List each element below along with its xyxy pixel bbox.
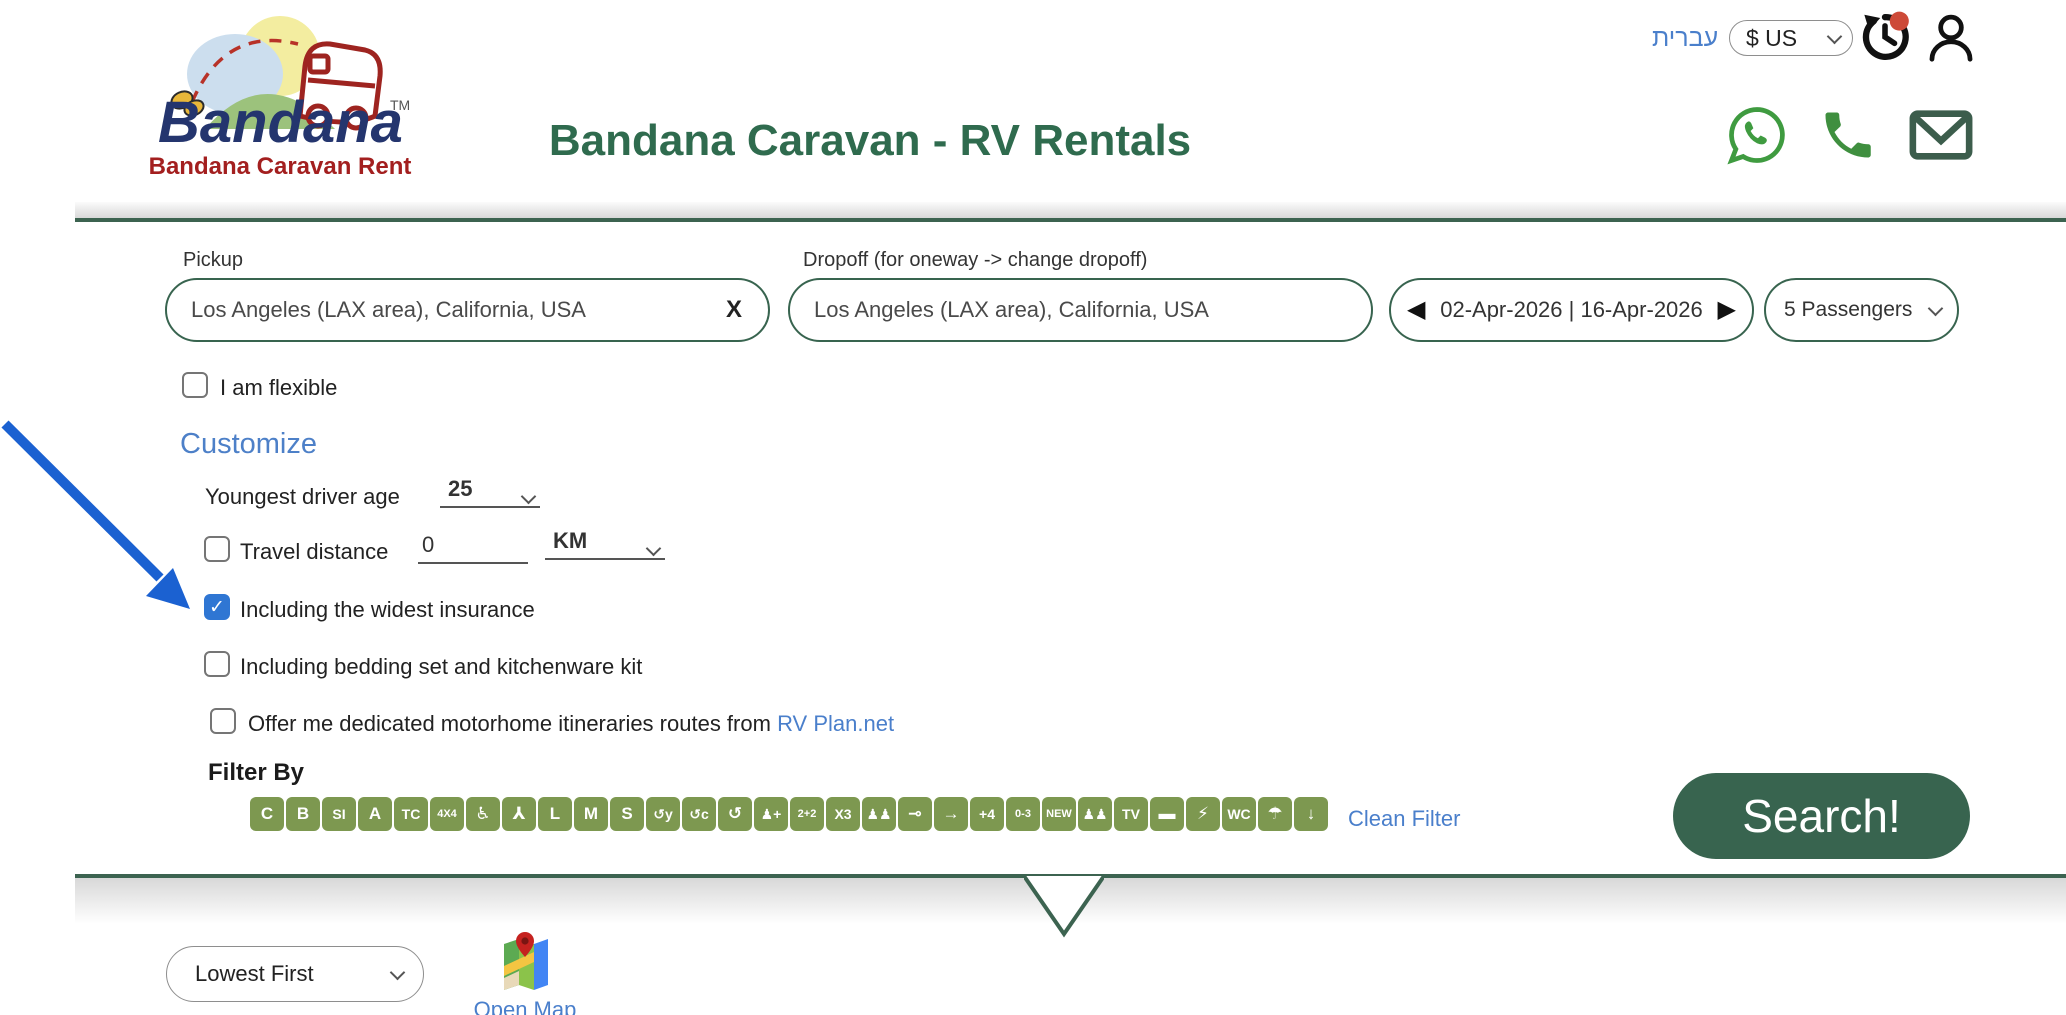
travel-distance-input[interactable]: 0 bbox=[418, 532, 528, 564]
divider-notch bbox=[1024, 874, 1104, 940]
driver-age-select[interactable]: 25 bbox=[440, 476, 540, 508]
child-seat-0-3-icon[interactable]: 0-3 bbox=[1006, 797, 1040, 831]
van-size-small-icon[interactable]: S bbox=[610, 797, 644, 831]
next-dates-icon[interactable]: ▶ bbox=[1718, 298, 1736, 322]
currency-value: $ US bbox=[1746, 25, 1797, 52]
passengers-value: 5 Passengers bbox=[1784, 298, 1912, 322]
chevron-down-icon bbox=[390, 964, 406, 980]
phone-icon[interactable] bbox=[1818, 105, 1878, 170]
tow-hitch-icon[interactable]: ⊸ bbox=[898, 797, 932, 831]
automatic-transmission-icon[interactable]: ⅄ bbox=[502, 797, 536, 831]
insurance-checkbox[interactable]: ✓ bbox=[204, 594, 230, 620]
itineraries-label: Offer me dedicated motorhome itineraries… bbox=[248, 711, 894, 737]
truck-camper-icon[interactable]: TC bbox=[394, 797, 428, 831]
driver-age-label: Youngest driver age bbox=[205, 484, 400, 510]
van-size-medium-icon[interactable]: M bbox=[574, 797, 608, 831]
extra-driver-icon[interactable]: ♟+ bbox=[754, 797, 788, 831]
svg-text:Bandana: Bandana bbox=[158, 90, 403, 154]
logo-subtitle: Bandana Caravan Rent bbox=[140, 153, 420, 181]
logo[interactable]: Bandana TM Bandana Caravan Rent bbox=[140, 4, 420, 181]
dropoff-field[interactable] bbox=[788, 278, 1373, 342]
distance-unit-select[interactable]: KM bbox=[545, 528, 665, 560]
chevron-down-icon bbox=[646, 541, 662, 557]
seats-2plus2-icon[interactable]: 2+2 bbox=[790, 797, 824, 831]
van-size-large-icon[interactable]: L bbox=[538, 797, 572, 831]
date-range-picker[interactable]: ◀ 02-Apr-2026 | 16-Apr-2026 ▶ bbox=[1389, 278, 1754, 342]
family-plus-icon[interactable]: ♟♟ bbox=[862, 797, 896, 831]
prev-dates-icon[interactable]: ◀ bbox=[1407, 298, 1425, 322]
bedding-label: Including bedding set and kitchenware ki… bbox=[240, 654, 642, 680]
wheelchair-accessible-icon[interactable]: ♿ bbox=[466, 797, 500, 831]
rotate-c-icon[interactable]: ↺c bbox=[682, 797, 716, 831]
check-icon: ✓ bbox=[209, 596, 225, 619]
shower-icon[interactable]: ☂ bbox=[1258, 797, 1292, 831]
rv-class-a-icon[interactable]: A bbox=[358, 797, 392, 831]
pickup-label: Pickup bbox=[183, 249, 243, 272]
power-icon[interactable]: ⚡ bbox=[1186, 797, 1220, 831]
drop-bed-icon[interactable]: ↓ bbox=[1294, 797, 1328, 831]
currency-select[interactable]: $ US bbox=[1729, 20, 1853, 56]
rv-class-b-icon[interactable]: B bbox=[286, 797, 320, 831]
map-icon bbox=[498, 930, 552, 990]
pickup-input[interactable] bbox=[191, 297, 722, 323]
whatsapp-icon[interactable] bbox=[1726, 104, 1788, 171]
bedding-checkbox[interactable] bbox=[204, 651, 230, 677]
driver-age-value: 25 bbox=[448, 476, 472, 502]
itineraries-checkbox[interactable] bbox=[210, 708, 236, 734]
rv-class-c-icon[interactable]: C bbox=[250, 797, 284, 831]
chevron-down-icon bbox=[1928, 300, 1944, 316]
logo-art: Bandana TM bbox=[150, 4, 410, 154]
sort-value: Lowest First bbox=[195, 961, 314, 987]
annotation-arrow-icon bbox=[0, 416, 205, 621]
sort-select[interactable]: Lowest First bbox=[166, 946, 424, 1002]
clean-filter-link[interactable]: Clean Filter bbox=[1348, 806, 1460, 832]
tv-icon[interactable]: TV bbox=[1114, 797, 1148, 831]
van-slideout-icon[interactable]: → bbox=[934, 797, 968, 831]
open-map-label: Open Map bbox=[455, 997, 595, 1015]
search-button[interactable]: Search! bbox=[1673, 773, 1970, 859]
filter-icons-row: CBSIATC4X4♿⅄LMS↺y↺c↺♟+2+2X3♟♟⊸→+40-3NEW♟… bbox=[250, 797, 1328, 831]
passengers-select[interactable]: 5 Passengers bbox=[1764, 278, 1959, 342]
wc-icon[interactable]: WC bbox=[1222, 797, 1256, 831]
distance-unit-value: KM bbox=[553, 528, 587, 554]
pickup-field[interactable]: X bbox=[165, 278, 770, 342]
header-divider-line bbox=[75, 218, 2066, 222]
contact-icons bbox=[1726, 104, 1988, 171]
travel-distance-checkbox[interactable] bbox=[204, 536, 230, 562]
rotate-icon[interactable]: ↺ bbox=[718, 797, 752, 831]
insurance-label: Including the widest insurance bbox=[240, 597, 535, 623]
bed-icon[interactable]: ▬ bbox=[1150, 797, 1184, 831]
language-link[interactable]: עברית bbox=[1652, 24, 1718, 53]
rv-plan-link[interactable]: RV Plan.net bbox=[777, 711, 894, 736]
filter-by-label: Filter By bbox=[208, 759, 304, 787]
van-plus4-icon[interactable]: +4 bbox=[970, 797, 1004, 831]
history-icon[interactable] bbox=[1858, 10, 1912, 69]
new-vehicle-icon[interactable]: NEW bbox=[1042, 797, 1076, 831]
date-range-value: 02-Apr-2026 | 16-Apr-2026 bbox=[1440, 297, 1703, 323]
page-title: Bandana Caravan - RV Rentals bbox=[420, 116, 1320, 166]
rotate-y-icon[interactable]: ↺y bbox=[646, 797, 680, 831]
rv-class-si-icon[interactable]: SI bbox=[322, 797, 356, 831]
header-divider-band bbox=[75, 202, 2066, 218]
seats-x3-icon[interactable]: X3 bbox=[826, 797, 860, 831]
chevron-down-icon bbox=[1827, 28, 1843, 44]
dropoff-label: Dropoff (for oneway -> change dropoff) bbox=[803, 249, 1147, 272]
dropoff-input[interactable] bbox=[814, 297, 1349, 323]
itineraries-text: Offer me dedicated motorhome itineraries… bbox=[248, 711, 771, 736]
travel-distance-label: Travel distance bbox=[240, 539, 388, 565]
user-icon[interactable] bbox=[1924, 10, 1978, 69]
clear-pickup-icon[interactable]: X bbox=[722, 296, 746, 324]
open-map[interactable]: Open Map bbox=[455, 930, 595, 1015]
flexible-label: I am flexible bbox=[220, 375, 337, 401]
mail-icon[interactable] bbox=[1908, 106, 1974, 169]
page: Bandana TM Bandana Caravan Rent Bandana … bbox=[0, 0, 2066, 1015]
svg-text:TM: TM bbox=[390, 97, 410, 113]
chevron-down-icon bbox=[521, 489, 537, 505]
two-people-icon[interactable]: ♟♟ bbox=[1078, 797, 1112, 831]
four-wheel-drive-icon[interactable]: 4X4 bbox=[430, 797, 464, 831]
flexible-checkbox[interactable] bbox=[182, 372, 208, 398]
